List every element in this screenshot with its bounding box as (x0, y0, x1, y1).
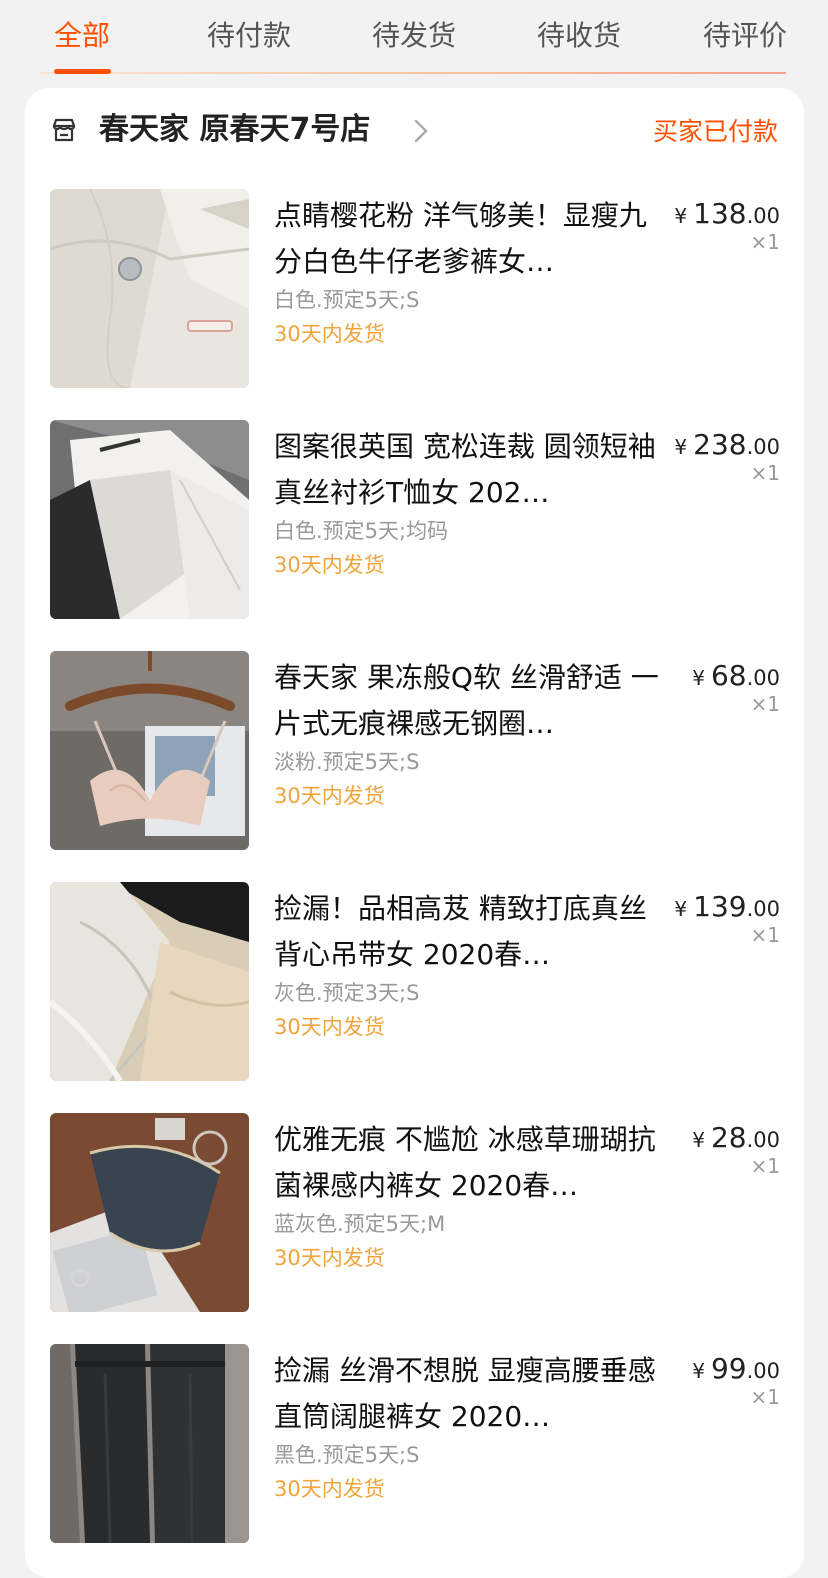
product-title[interactable]: 捡漏 丝滑不想脱 显瘦高腰垂感直筒阔腿裤女 2020… (274, 1348, 669, 1440)
product-title[interactable]: 春天家 果冻般Q软 丝滑舒适 一片式无痕裸感无钢圈… (274, 655, 669, 747)
order-item[interactable]: 优雅无痕 不尴尬 冰感草珊瑚抗菌裸感内裤女 2020春… 蓝灰色.预定5天;M … (25, 1113, 804, 1313)
product-quantity: ×1 (750, 923, 780, 947)
product-spec: 白色.预定5天;均码 (274, 519, 449, 543)
product-quantity: ×1 (750, 1385, 780, 1409)
product-quantity: ×1 (750, 230, 780, 254)
product-image[interactable] (50, 1113, 249, 1312)
product-quantity: ×1 (750, 1154, 780, 1178)
price-integer: 238 (693, 428, 747, 461)
shipping-note: 30天内发货 (274, 1015, 385, 1039)
currency-symbol: ¥ (674, 435, 688, 459)
order-item[interactable]: 图案很英国 宽松连裁 圆领短袖真丝衬衫T恤女 202… 白色.预定5天;均码 3… (25, 420, 804, 620)
price-integer: 68 (710, 659, 747, 692)
currency-symbol: ¥ (674, 204, 688, 228)
chevron-right-icon (413, 118, 429, 144)
active-tab-indicator (54, 69, 111, 74)
order-item[interactable]: 捡漏 丝滑不想脱 显瘦高腰垂感直筒阔腿裤女 2020… 黑色.预定5天;S 30… (25, 1344, 804, 1544)
product-title[interactable]: 捡漏！品相高芨 精致打底真丝背心吊带女 2020春… (274, 886, 669, 978)
shop-name[interactable]: 春天家 原春天7号店 (99, 110, 370, 150)
order-card: 春天家 原春天7号店 买家已付款 点睛樱花粉 洋气够美！显瘦九分白色牛仔老爹裤女… (25, 88, 804, 1578)
order-status: 买家已付款 (652, 117, 778, 146)
currency-symbol: ¥ (692, 1359, 705, 1383)
product-title[interactable]: 图案很英国 宽松连裁 圆领短袖真丝衬衫T恤女 202… (274, 424, 669, 516)
shipping-note: 30天内发货 (274, 1477, 385, 1501)
tab-pending-review[interactable]: 待评价 (703, 14, 787, 58)
price-integer: 138 (693, 197, 747, 230)
tab-pending-receipt[interactable]: 待收货 (537, 14, 621, 58)
shop-header[interactable]: 春天家 原春天7号店 买家已付款 (25, 88, 804, 176)
product-spec: 蓝灰色.预定5天;M (274, 1212, 446, 1236)
price-decimal: .00 (746, 1128, 780, 1152)
order-item[interactable]: 春天家 果冻般Q软 丝滑舒适 一片式无痕裸感无钢圈… 淡粉.预定5天;S 30天… (25, 651, 804, 851)
tab-divider (40, 72, 786, 74)
order-tabs: 全部 待付款 待发货 待收货 待评价 (0, 0, 828, 76)
currency-symbol: ¥ (692, 666, 705, 690)
product-image[interactable] (50, 1344, 249, 1543)
product-quantity: ×1 (750, 461, 780, 485)
price-integer: 99 (710, 1352, 747, 1385)
product-price: ¥238.00 (674, 428, 780, 462)
tab-all[interactable]: 全部 (54, 14, 110, 58)
product-price: ¥139.00 (674, 890, 780, 924)
product-image[interactable] (50, 189, 249, 388)
price-decimal: .00 (746, 666, 780, 690)
product-image[interactable] (50, 651, 249, 850)
product-price: ¥28.00 (692, 1121, 780, 1155)
price-decimal: .00 (746, 897, 780, 921)
shipping-note: 30天内发货 (274, 784, 385, 808)
shipping-note: 30天内发货 (274, 553, 385, 577)
price-integer: 139 (693, 890, 747, 923)
product-quantity: ×1 (750, 692, 780, 716)
shipping-note: 30天内发货 (274, 1246, 385, 1270)
shipping-note: 30天内发货 (274, 322, 385, 346)
price-decimal: .00 (746, 435, 780, 459)
product-image[interactable] (50, 882, 249, 1081)
tab-pending-payment[interactable]: 待付款 (207, 14, 291, 58)
store-icon (50, 116, 78, 144)
price-decimal: .00 (746, 204, 780, 228)
order-item[interactable]: 点睛樱花粉 洋气够美！显瘦九分白色牛仔老爹裤女… 白色.预定5天;S 30天内发… (25, 189, 804, 389)
product-spec: 灰色.预定3天;S (274, 981, 420, 1005)
product-price: ¥99.00 (692, 1352, 780, 1386)
product-image[interactable] (50, 420, 249, 619)
product-price: ¥138.00 (674, 197, 780, 231)
tab-pending-shipment[interactable]: 待发货 (372, 14, 456, 58)
product-title[interactable]: 优雅无痕 不尴尬 冰感草珊瑚抗菌裸感内裤女 2020春… (274, 1117, 669, 1209)
price-integer: 28 (710, 1121, 747, 1154)
order-item[interactable]: 捡漏！品相高芨 精致打底真丝背心吊带女 2020春… 灰色.预定3天;S 30天… (25, 882, 804, 1082)
product-spec: 白色.预定5天;S (274, 288, 420, 312)
currency-symbol: ¥ (674, 897, 688, 921)
price-decimal: .00 (746, 1359, 780, 1383)
product-price: ¥68.00 (692, 659, 780, 693)
product-spec: 黑色.预定5天;S (274, 1443, 420, 1467)
product-title[interactable]: 点睛樱花粉 洋气够美！显瘦九分白色牛仔老爹裤女… (274, 193, 669, 285)
product-spec: 淡粉.预定5天;S (274, 750, 420, 774)
currency-symbol: ¥ (692, 1128, 705, 1152)
